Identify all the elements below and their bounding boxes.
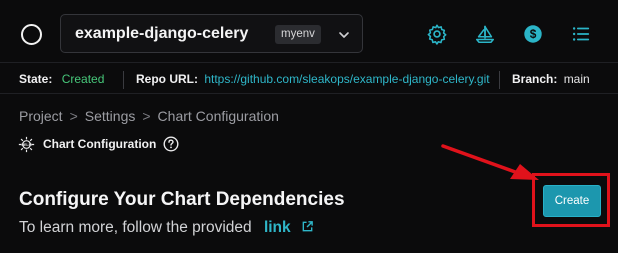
annotation-arrow	[441, 144, 539, 180]
list-icon[interactable]	[570, 23, 592, 45]
learn-more-text: To learn more, follow the provided link	[19, 219, 314, 237]
breadcrumb: Project > Settings > Chart Configuration	[19, 108, 279, 124]
state-label: State:	[19, 72, 53, 86]
divider	[123, 71, 124, 89]
repo-label: Repo URL:	[136, 72, 198, 86]
sailboat-icon[interactable]	[474, 23, 496, 45]
page-title: Configure Your Chart Dependencies	[19, 189, 345, 210]
state-value: Created	[61, 72, 105, 86]
chevron-down-icon	[339, 32, 349, 38]
breadcrumb-item-chart-configuration: Chart Configuration	[157, 108, 279, 124]
dollar-icon[interactable]: $	[522, 23, 544, 45]
help-icon[interactable]	[163, 136, 179, 152]
repo-field: Repo URL: https://github.com/sleakops/ex…	[136, 63, 490, 95]
breadcrumb-separator: >	[69, 108, 78, 124]
branch-label: Branch:	[512, 72, 558, 86]
breadcrumb-item-settings[interactable]: Settings	[85, 108, 136, 124]
svg-text:$: $	[530, 27, 537, 41]
settings-gear-icon[interactable]	[426, 23, 448, 45]
learn-more-label: To learn more, follow the provided	[19, 219, 252, 236]
logo-circle-icon[interactable]	[21, 24, 42, 45]
state-field: State: Created	[19, 63, 104, 95]
helm-icon: HELM	[18, 136, 35, 153]
repo-url-link[interactable]: https://github.com/sleakops/example-djan…	[204, 72, 489, 86]
svg-text:HELM: HELM	[21, 143, 31, 147]
project-info-row: State: Created Repo URL: https://github.…	[0, 62, 618, 94]
breadcrumb-separator: >	[142, 108, 151, 124]
branch-value: main	[563, 72, 590, 86]
learn-more-link[interactable]: link	[264, 219, 291, 236]
divider	[499, 71, 500, 89]
create-button[interactable]: Create	[543, 185, 601, 217]
project-name: example-django-celery	[75, 25, 249, 42]
project-selector[interactable]: example-django-celery myenv	[60, 14, 363, 53]
breadcrumb-item-project[interactable]: Project	[19, 108, 63, 124]
env-badge: myenv	[275, 25, 321, 44]
external-link-icon[interactable]	[301, 220, 314, 233]
section-title: Chart Configuration	[43, 137, 157, 151]
branch-field: Branch: main	[512, 63, 590, 95]
page: example-django-celery myenv $ State: Cre…	[0, 0, 618, 253]
